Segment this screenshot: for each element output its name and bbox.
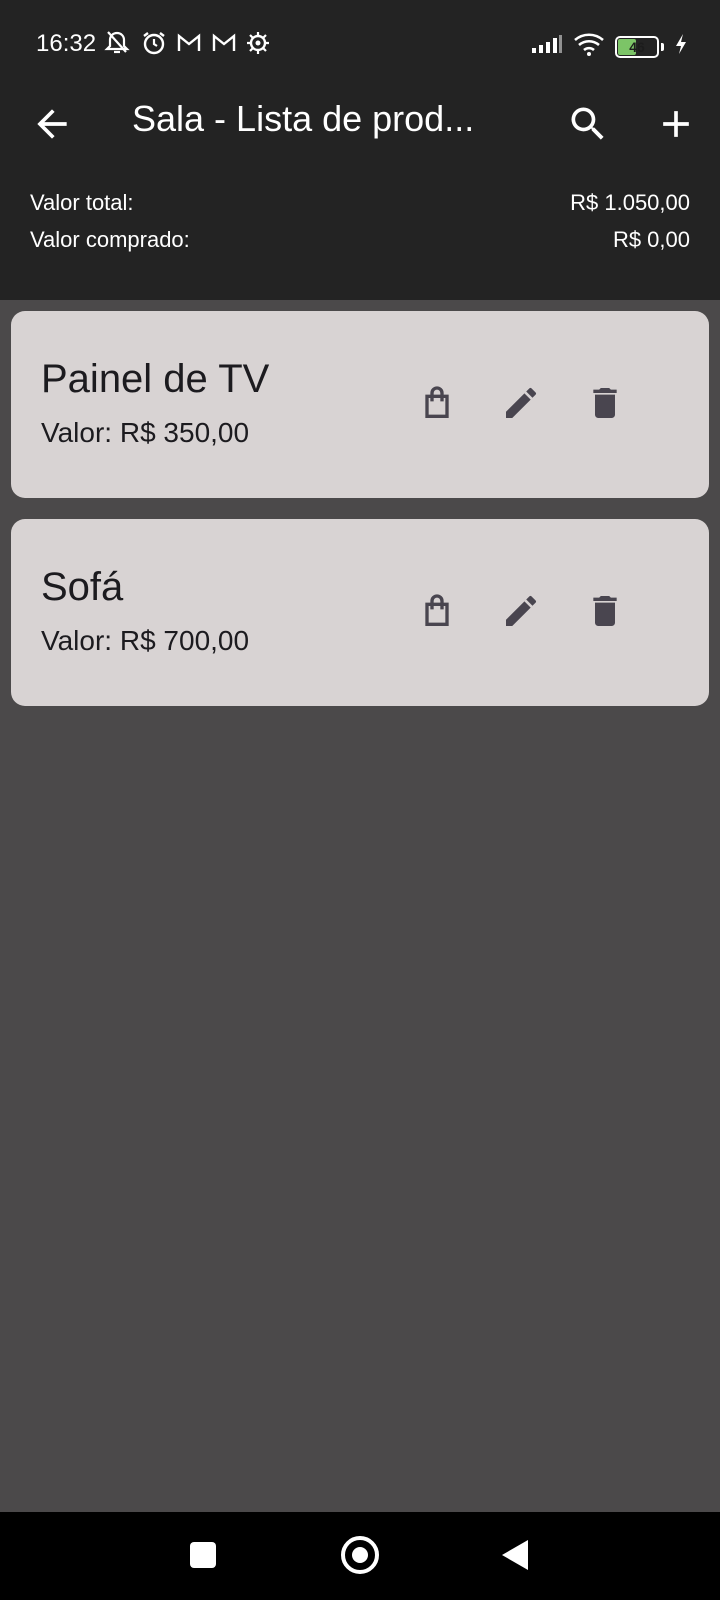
mark-bought-button[interactable] <box>415 381 459 425</box>
charging-icon <box>674 33 688 60</box>
home-dot <box>352 1547 368 1563</box>
screen: 16:32 46 Sala - Lista de prod... Valor t… <box>0 0 720 1600</box>
delete-button[interactable] <box>583 589 627 633</box>
search-icon <box>571 107 604 140</box>
status-left-icons <box>102 30 270 56</box>
system-nav-bar <box>0 1512 720 1600</box>
signal-icon <box>531 34 563 59</box>
shopping-bag-icon <box>425 594 449 626</box>
summary-bought-row: Valor comprado: R$ 0,00 <box>30 227 690 253</box>
trash-icon <box>593 596 617 626</box>
mute-notifications-icon <box>102 30 132 56</box>
back-button[interactable] <box>30 102 74 146</box>
search-button[interactable] <box>566 102 610 146</box>
mark-bought-button[interactable] <box>415 589 459 633</box>
edit-icon <box>506 387 537 418</box>
edit-icon <box>506 595 537 626</box>
delete-button[interactable] <box>583 381 627 425</box>
gmail-icon <box>211 32 237 54</box>
home-button[interactable] <box>341 1536 379 1574</box>
battery-level: 46 <box>629 38 645 55</box>
recents-button[interactable] <box>190 1542 216 1568</box>
status-time: 16:32 <box>36 30 97 57</box>
product-name: Painel de TV <box>41 357 270 401</box>
product-card[interactable]: Painel de TV Valor: R$ 350,00 <box>11 311 709 498</box>
trash-icon <box>593 388 617 418</box>
edit-button[interactable] <box>499 381 543 425</box>
add-button[interactable] <box>654 102 698 146</box>
wifi-icon <box>573 32 605 61</box>
card-actions <box>415 381 627 425</box>
page-title: Sala - Lista de prod... <box>132 98 475 139</box>
status-right-icons: 46 <box>531 32 688 61</box>
product-price: Valor: R$ 350,00 <box>41 417 250 448</box>
total-value: R$ 1.050,00 <box>570 190 690 215</box>
product-price: Valor: R$ 700,00 <box>41 625 250 656</box>
total-label: Valor total: <box>30 190 134 215</box>
add-icon <box>663 111 689 137</box>
gmail-icon <box>176 32 202 54</box>
edit-button[interactable] <box>499 589 543 633</box>
shopping-bag-icon <box>425 386 449 418</box>
battery-tip <box>661 42 664 51</box>
bought-value: R$ 0,00 <box>612 227 690 252</box>
product-name: Sofá <box>41 565 124 609</box>
bought-label: Valor comprado: <box>30 227 190 252</box>
card-actions <box>415 589 627 633</box>
battery-icon: 46 <box>615 35 659 58</box>
app-bar: Sala - Lista de prod... Valor total: R$ … <box>0 90 720 300</box>
product-card[interactable]: Sofá Valor: R$ 700,00 <box>11 519 709 706</box>
alarm-icon <box>141 30 167 56</box>
settings-icon <box>246 31 270 55</box>
arrow-back-icon <box>37 109 67 139</box>
product-list: Painel de TV Valor: R$ 350,00 Sofá Valor… <box>11 311 709 727</box>
system-back-button[interactable] <box>502 1540 528 1570</box>
summary-total-row: Valor total: R$ 1.050,00 <box>30 190 690 216</box>
status-bar: 16:32 46 <box>0 0 720 90</box>
